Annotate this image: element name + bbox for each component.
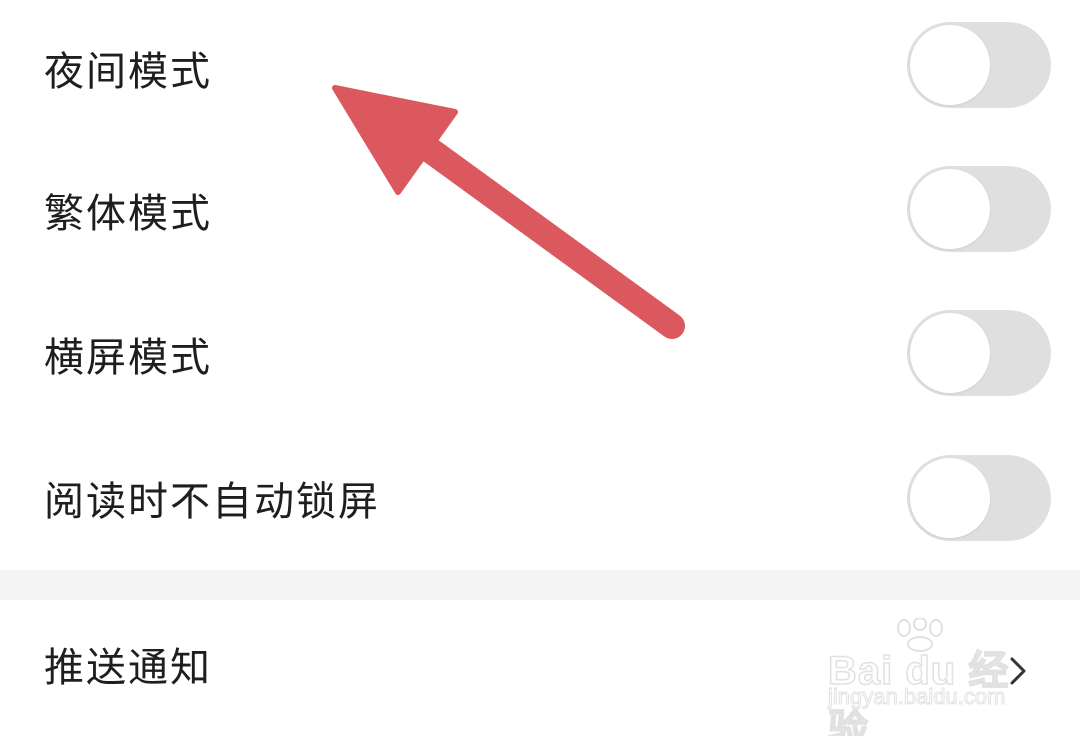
settings-page: 夜间模式 繁体模式 横屏模式 阅读时不自动锁屏 推送通知 Bai du 经验 j…	[0, 0, 1080, 736]
toggle-knob	[910, 25, 990, 105]
watermark-url: jingyan.baidu.com	[827, 684, 1006, 710]
baidu-jingyan-watermark: Bai du 经验 jingyan.baidu.com	[827, 618, 1028, 736]
setting-label-no-auto-lock: 阅读时不自动锁屏	[44, 479, 380, 525]
setting-row-no-auto-lock[interactable]: 阅读时不自动锁屏	[0, 430, 1080, 574]
setting-label-push-notification: 推送通知	[44, 645, 212, 691]
setting-row-landscape-mode[interactable]: 横屏模式	[0, 286, 1080, 430]
setting-label-traditional-mode: 繁体模式	[44, 191, 212, 237]
setting-row-night-mode[interactable]: 夜间模式	[0, 0, 1080, 144]
no-auto-lock-toggle[interactable]	[907, 455, 1051, 541]
night-mode-toggle[interactable]	[907, 22, 1051, 108]
section-divider	[0, 570, 1080, 600]
setting-label-landscape-mode: 横屏模式	[44, 335, 212, 381]
toggle-knob	[910, 458, 990, 538]
toggle-knob	[910, 169, 990, 249]
landscape-mode-toggle[interactable]	[907, 310, 1051, 396]
setting-row-traditional-mode[interactable]: 繁体模式	[0, 142, 1080, 286]
toggle-knob	[910, 313, 990, 393]
traditional-mode-toggle[interactable]	[907, 166, 1051, 252]
setting-label-night-mode: 夜间模式	[44, 49, 212, 95]
